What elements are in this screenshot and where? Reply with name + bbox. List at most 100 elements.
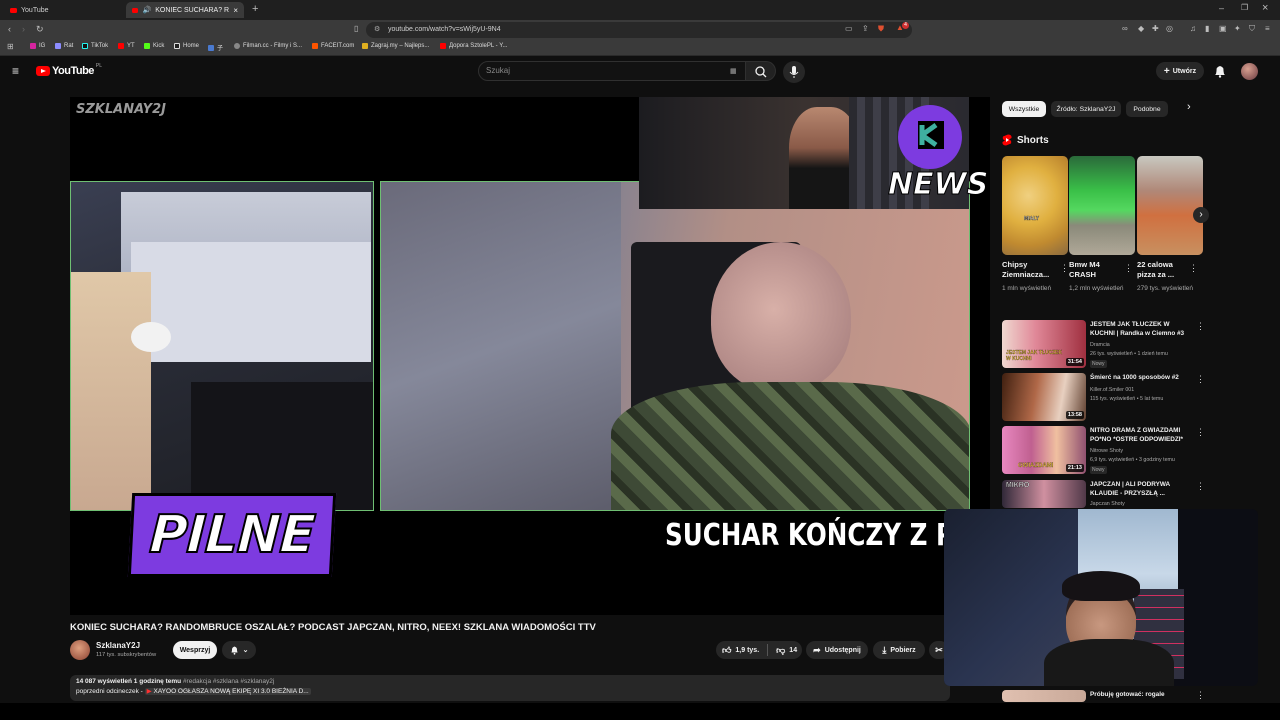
support-button[interactable]: Wesprzyj xyxy=(173,641,217,659)
more-options-icon[interactable]: ⋮ xyxy=(1196,428,1205,437)
bookmark-zagraj[interactable]: Zagraj.my – Najleps... xyxy=(362,43,429,49)
recommendation-item[interactable]: 13:58 Śmierć na 1000 sposobów #2 Killer.… xyxy=(1002,373,1205,423)
restore-icon[interactable]: ❐ xyxy=(1241,4,1248,12)
search-button[interactable] xyxy=(746,61,776,81)
bookmark-rat[interactable]: Rat xyxy=(55,43,73,49)
bookmark-sztole[interactable]: Дорога SztolePL - Y... xyxy=(440,43,507,49)
bookmark-misc[interactable]: 子 xyxy=(208,43,223,52)
channel-name[interactable]: SzklanaY2J xyxy=(96,641,140,650)
microphone-icon xyxy=(789,66,799,78)
cast-icon[interactable]: ▭ xyxy=(845,25,853,33)
site-info-icon[interactable]: ⚙ xyxy=(374,22,380,38)
voice-search-button[interactable] xyxy=(783,61,805,83)
apps-grid-icon[interactable]: ⊞ xyxy=(7,43,14,51)
extension-icon[interactable]: ∞ xyxy=(1122,25,1128,33)
bookmark-favicon-icon xyxy=(362,43,368,49)
leo-icon[interactable]: ✦ xyxy=(1234,25,1241,33)
previous-episode-link[interactable]: ▶ XAYOO OGŁASZA NOWĄ EKIPĘ XI 3.0 BIEŻNI… xyxy=(144,688,311,695)
brave-shield-icon[interactable]: ⛊ xyxy=(878,25,884,33)
user-avatar[interactable] xyxy=(1241,63,1258,80)
extension-icon[interactable]: ◆ xyxy=(1138,25,1144,33)
bookmark-icon[interactable]: ▯ xyxy=(354,25,358,33)
globe-icon xyxy=(234,43,240,49)
bookmark-faceit[interactable]: FACEIT.com xyxy=(312,43,354,49)
tab-youtube[interactable]: YouTube xyxy=(4,2,122,18)
shorts-next-button[interactable]: › xyxy=(1193,207,1209,223)
reload-icon[interactable]: ↻ xyxy=(36,25,44,34)
notifications-bell-icon[interactable] xyxy=(1214,65,1226,78)
create-button[interactable]: + Utwórz xyxy=(1156,62,1204,80)
hashtags[interactable]: #redakcja #szklana #szklanay2j xyxy=(183,678,274,685)
address-bar[interactable]: ⚙ youtube.com/watch?v=sWij5yU-9N4 xyxy=(366,22,912,38)
more-options-icon[interactable]: ⋮ xyxy=(1060,264,1069,273)
extension-icon[interactable]: ◎ xyxy=(1166,25,1173,33)
download-button[interactable]: ⤓ Pobierz xyxy=(873,641,925,659)
more-options-icon[interactable]: ⋮ xyxy=(1196,691,1205,700)
keyboard-icon[interactable]: ▦ xyxy=(730,68,737,75)
video-player[interactable]: SZKLANAY2J NEWS PILNE SUCHAR KOŃCZY Z PR xyxy=(70,97,990,615)
recommendation-item[interactable]: GWIAZDAMI 21:13 NITRO DRAMA Z GWIAZDAMI … xyxy=(1002,426,1205,476)
k-news-logo-icon xyxy=(898,105,962,169)
more-options-icon[interactable]: ⋮ xyxy=(1196,482,1205,491)
menu-icon[interactable]: ≡ xyxy=(1265,25,1270,33)
notification-settings-button[interactable]: ⌄ xyxy=(222,641,256,659)
hamburger-menu-icon[interactable]: ≡ xyxy=(12,65,19,77)
chip-source-channel[interactable]: Źródło: SzklanaY2J xyxy=(1051,101,1121,117)
sidebar-icon[interactable]: ▮ xyxy=(1205,25,1209,33)
more-options-icon[interactable]: ⋮ xyxy=(1196,375,1205,384)
chip-all[interactable]: Wszystkie xyxy=(1002,101,1046,117)
channel-name[interactable]: Dramcia xyxy=(1090,342,1110,348)
video-thumbnail: GWIAZDAMI 21:13 xyxy=(1002,426,1086,474)
youtube-logo[interactable]: YouTube PL xyxy=(36,63,102,77)
video-description[interactable]: 14 087 wyświetleń 1 godzinę temu #redakc… xyxy=(70,675,950,701)
video-title: KONIEC SUCHARA? RANDOMBRUCE OSZALAŁ? POD… xyxy=(70,622,596,633)
recommendation-item[interactable]: JESTEM JAK TŁUCZEK W KUCHNI 31:54 JESTEM… xyxy=(1002,320,1205,370)
bookmark-home[interactable]: Home xyxy=(174,43,199,49)
recommendation-item[interactable]: Próbuję gotować: rogale ⋮ xyxy=(1002,690,1205,702)
short-item[interactable]: Bmw M4 CRASH 1,2 mln wyświetleń ⋮ xyxy=(1069,156,1135,293)
tab-current-video[interactable]: 🔊 KONIEC SUCHARA? RANDOM × xyxy=(126,2,244,18)
share-button[interactable]: ➦ Udostępnij xyxy=(806,641,868,659)
back-icon[interactable]: ‹ xyxy=(8,25,11,34)
bookmark-filman[interactable]: Filman.cc - Filmy i S... xyxy=(234,43,302,49)
more-options-icon[interactable]: ⋮ xyxy=(1196,322,1205,331)
channel-name[interactable]: Nitrowe Shoty xyxy=(1090,448,1123,454)
bookmark-ig[interactable]: IG xyxy=(30,43,45,49)
share-arrow-icon: ➦ xyxy=(813,644,821,655)
media-icon[interactable]: ♫ xyxy=(1190,25,1196,33)
minimize-icon[interactable]: – xyxy=(1219,4,1224,13)
close-tab-icon[interactable]: × xyxy=(233,6,238,15)
channel-name[interactable]: Japczan Shoty xyxy=(1090,501,1125,507)
like-button[interactable]: 👍︎ 1,9 tys. xyxy=(722,645,759,656)
short-thumbnail: MIALY xyxy=(1002,156,1068,255)
close-window-icon[interactable]: × xyxy=(1262,3,1268,14)
wallet-icon[interactable]: ▣ xyxy=(1219,25,1227,33)
bookmark-tiktok[interactable]: TikTok xyxy=(82,43,108,49)
short-item[interactable]: 22 calowa pizza za ... 279 tys. wyświetl… xyxy=(1137,156,1203,293)
channel-avatar[interactable] xyxy=(70,640,90,660)
share-icon[interactable]: ⇪ xyxy=(862,25,869,33)
more-options-icon[interactable]: ⋮ xyxy=(1189,264,1198,273)
channel-name[interactable]: Killer.of.Smiler 001 xyxy=(1090,387,1134,393)
vpn-icon[interactable]: ⛉ xyxy=(1249,25,1255,33)
bookmark-yt[interactable]: YT xyxy=(118,43,135,49)
bookmark-kick[interactable]: Kick xyxy=(144,43,164,49)
short-title: Bmw M4 CRASH xyxy=(1069,260,1100,279)
news-ticker: SUCHAR KOŃCZY Z PR xyxy=(665,518,973,553)
puzzle-icon[interactable]: ✚ xyxy=(1152,25,1159,33)
youtube-icon: ▶ xyxy=(146,688,152,695)
camo-jacket xyxy=(611,382,969,510)
chips-next-chevron-icon[interactable]: › xyxy=(1187,102,1191,113)
dislike-button[interactable]: 👎︎ 14 xyxy=(776,645,797,656)
short-item[interactable]: MIALY Chipsy Ziemniacza... 1 mln wyświet… xyxy=(1002,156,1069,293)
chip-related[interactable]: Podobne xyxy=(1126,101,1168,117)
extension-badge: 4 xyxy=(902,22,909,29)
more-options-icon[interactable]: ⋮ xyxy=(1124,264,1133,273)
new-tab-icon[interactable]: + xyxy=(252,4,258,15)
forward-icon[interactable]: › xyxy=(22,25,25,34)
shorts-logo-icon xyxy=(1002,134,1012,146)
short-views: 1,2 mln wyświetleń xyxy=(1069,285,1124,292)
search-input[interactable]: Szukaj xyxy=(478,61,746,81)
faceit-icon xyxy=(312,43,318,49)
views-and-date: 14 087 wyświetleń 1 godzinę temu xyxy=(76,678,182,685)
